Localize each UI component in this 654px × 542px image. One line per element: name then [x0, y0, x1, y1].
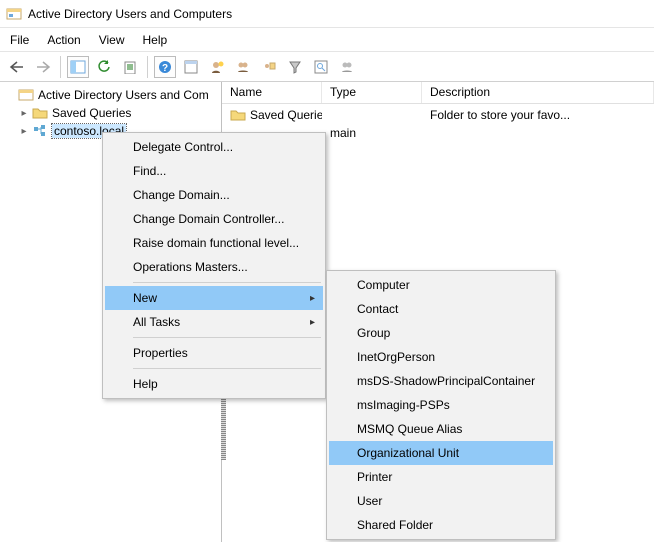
menu-item-help[interactable]: Help: [105, 372, 323, 396]
tree-label: Saved Queries: [52, 106, 131, 120]
menu-item-new-contact[interactable]: Contact: [329, 297, 553, 321]
app-icon: [6, 6, 22, 22]
expander-icon[interactable]: [4, 89, 16, 101]
window-title: Active Directory Users and Computers: [28, 7, 232, 21]
context-menu-new: Computer Contact Group InetOrgPerson msD…: [326, 270, 556, 540]
menu-separator: [133, 337, 321, 338]
menu-item-new-inetorgperson[interactable]: InetOrgPerson: [329, 345, 553, 369]
menu-separator: [133, 282, 321, 283]
menu-item-new-printer[interactable]: Printer: [329, 465, 553, 489]
find-icon[interactable]: [310, 56, 332, 78]
menu-view[interactable]: View: [99, 33, 125, 47]
new-ou-icon[interactable]: [258, 56, 280, 78]
tree-root-label: Active Directory Users and Com: [38, 88, 209, 102]
context-menu-domain: Delegate Control... Find... Change Domai…: [102, 132, 326, 399]
show-hide-tree-button[interactable]: [67, 56, 89, 78]
nav-forward-button[interactable]: [32, 56, 54, 78]
menu-item-change-domain[interactable]: Change Domain...: [105, 183, 323, 207]
menu-file[interactable]: File: [10, 33, 29, 47]
menu-item-delegate-control[interactable]: Delegate Control...: [105, 135, 323, 159]
new-group-icon[interactable]: [232, 56, 254, 78]
menu-item-find[interactable]: Find...: [105, 159, 323, 183]
folder-icon: [32, 105, 48, 121]
menu-item-new-msimaging-psps[interactable]: msImaging-PSPs: [329, 393, 553, 417]
chevron-right-icon[interactable]: ▸: [18, 125, 30, 137]
toolbar: ?: [0, 52, 654, 82]
filter-icon[interactable]: [284, 56, 306, 78]
menu-item-new-user[interactable]: User: [329, 489, 553, 513]
nav-back-button[interactable]: [6, 56, 28, 78]
menu-item-new[interactable]: New: [105, 286, 323, 310]
cell-desc: Folder to store your favo...: [422, 108, 654, 122]
svg-text:?: ?: [162, 63, 168, 74]
menu-item-operations-masters[interactable]: Operations Masters...: [105, 255, 323, 279]
menu-item-new-shadowprincipal[interactable]: msDS-ShadowPrincipalContainer: [329, 369, 553, 393]
col-header-type[interactable]: Type: [322, 82, 422, 103]
menu-item-new-msmq-alias[interactable]: MSMQ Queue Alias: [329, 417, 553, 441]
list-header: Name Type Description: [222, 82, 654, 104]
folder-icon: [230, 107, 246, 123]
menu-item-new-ou[interactable]: Organizational Unit: [329, 441, 553, 465]
chevron-right-icon[interactable]: ▸: [18, 107, 30, 119]
export-list-button[interactable]: [119, 56, 141, 78]
menu-action[interactable]: Action: [47, 33, 80, 47]
aduc-icon: [18, 87, 34, 103]
cell-name: Saved Queries: [250, 108, 322, 122]
properties-button[interactable]: [180, 56, 202, 78]
refresh-button[interactable]: [93, 56, 115, 78]
tree-item-saved-queries[interactable]: ▸ Saved Queries: [0, 104, 221, 122]
menu-separator: [133, 368, 321, 369]
menu-item-new-group[interactable]: Group: [329, 321, 553, 345]
menu-item-new-shared-folder[interactable]: Shared Folder: [329, 513, 553, 537]
menu-item-properties[interactable]: Properties: [105, 341, 323, 365]
domain-icon: [32, 123, 48, 139]
cell-type: main: [322, 126, 422, 140]
title-bar: Active Directory Users and Computers: [0, 0, 654, 28]
menu-item-new-computer[interactable]: Computer: [329, 273, 553, 297]
menu-bar: File Action View Help: [0, 28, 654, 52]
help-button[interactable]: ?: [154, 56, 176, 78]
menu-item-raise-functional-level[interactable]: Raise domain functional level...: [105, 231, 323, 255]
col-header-name[interactable]: Name: [222, 82, 322, 103]
tree-root[interactable]: Active Directory Users and Com: [0, 86, 221, 104]
col-header-description[interactable]: Description: [422, 82, 654, 103]
menu-item-change-dc[interactable]: Change Domain Controller...: [105, 207, 323, 231]
new-user-icon[interactable]: [206, 56, 228, 78]
menu-item-all-tasks[interactable]: All Tasks: [105, 310, 323, 334]
add-to-group-icon[interactable]: [336, 56, 358, 78]
menu-help[interactable]: Help: [143, 33, 168, 47]
list-row[interactable]: Saved Queries Folder to store your favo.…: [222, 106, 654, 124]
